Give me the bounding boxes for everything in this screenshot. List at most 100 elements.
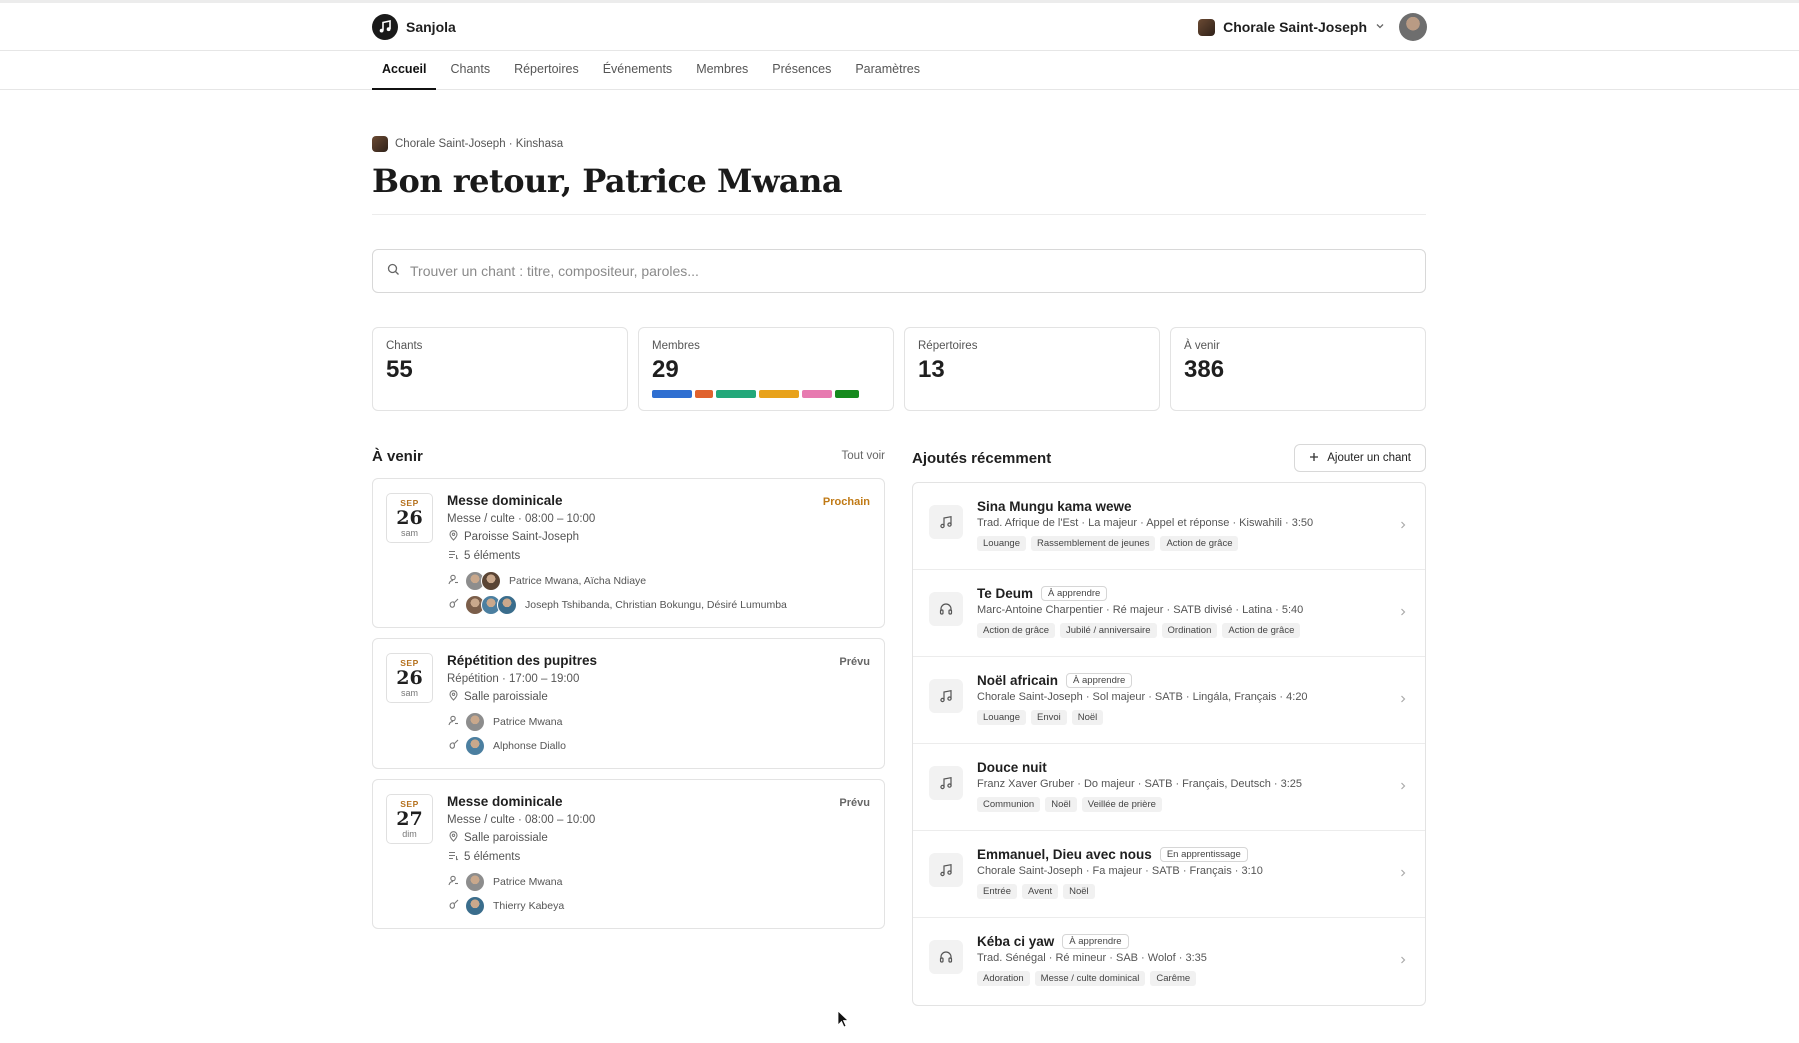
avatar	[465, 872, 485, 892]
tag[interactable]: Communion	[977, 797, 1041, 812]
song-title: Emmanuel, Dieu avec nous	[977, 847, 1152, 862]
avatar-group	[465, 736, 487, 756]
song-body: Emmanuel, Dieu avec nous En apprentissage…	[977, 847, 1263, 899]
page-title: Bon retour, Patrice Mwana	[372, 162, 843, 200]
tag[interactable]: Noël	[1071, 710, 1104, 725]
tab-parametres[interactable]: Paramètres	[845, 51, 930, 90]
event-card[interactable]: SEP 26 sam Messe dominicale Messe / culte · …	[372, 478, 885, 628]
stat-label: À venir	[1184, 340, 1220, 352]
leaders-names: Patrice Mwana	[493, 876, 563, 888]
tab-repertoires[interactable]: Répertoires	[504, 51, 589, 90]
event-type-time: Messe / culte · 08:00 – 10:00	[447, 513, 596, 525]
app-name: Sanjola	[406, 19, 456, 35]
tag[interactable]: Noël	[1045, 797, 1077, 812]
song-row[interactable]: Emmanuel, Dieu avec nous En apprentissage…	[913, 831, 1425, 918]
stat-card-chants[interactable]: Chants 55	[372, 327, 628, 411]
tag[interactable]: Rassemblement de jeunes	[1030, 536, 1156, 551]
tag[interactable]: Adoration	[977, 971, 1030, 986]
song-body: Kéba ci yaw À apprendre Trad. Sénégal · Ré…	[977, 934, 1207, 986]
tag[interactable]: Avent	[1022, 884, 1059, 899]
music-note-icon	[929, 679, 963, 713]
org-thumbnail	[1198, 18, 1216, 36]
chevron-right-icon	[1399, 778, 1407, 794]
song-title-row: Kéba ci yaw À apprendre	[977, 934, 1207, 949]
song-title: Sina Mungu kama wewe	[977, 499, 1132, 514]
tag[interactable]: Noël	[1063, 884, 1095, 899]
add-song-label: Ajouter un chant	[1327, 452, 1411, 464]
user-avatar[interactable]	[1399, 13, 1427, 41]
event-place-text: Salle paroissiale	[464, 691, 548, 703]
recent-songs-section: Ajoutés récemment Ajouter un chant Sina …	[912, 444, 1426, 1006]
stat-card-membres[interactable]: Membres 29	[638, 327, 894, 411]
playlist-icon	[447, 549, 459, 563]
event-type-time: Messe / culte · 08:00 – 10:00	[447, 814, 596, 826]
see-all-link[interactable]: Tout voir	[842, 450, 885, 462]
tag[interactable]: Carême	[1150, 971, 1197, 986]
song-title-row: Sina Mungu kama wewe	[977, 499, 1313, 514]
event-card[interactable]: SEP 27 dim Messe dominicale Messe / culte · …	[372, 779, 885, 929]
tag[interactable]: Entrée	[977, 884, 1017, 899]
search-input[interactable]	[410, 263, 1411, 279]
search-bar[interactable]	[372, 249, 1426, 293]
musicians-row: Thierry Kabeya	[447, 896, 870, 916]
stat-card-repertoires[interactable]: Répertoires 13	[904, 327, 1160, 411]
event-place: Paroisse Saint-Joseph	[447, 530, 870, 544]
tag[interactable]: Action de grâce	[1222, 623, 1301, 638]
song-body: Noël africain À apprendre Chorale Saint-Jo…	[977, 673, 1308, 725]
tag[interactable]: Louange	[977, 710, 1026, 725]
date-day: 27	[396, 808, 423, 830]
avatar	[465, 736, 485, 756]
tag[interactable]: Messe / culte dominical	[1034, 971, 1146, 986]
tag[interactable]: Jubilé / anniversaire	[1060, 623, 1157, 638]
tag[interactable]: Louange	[977, 536, 1026, 551]
event-card[interactable]: SEP 26 sam Répétition des pupitres Répétitio…	[372, 638, 885, 769]
tab-chants[interactable]: Chants	[440, 51, 500, 90]
tab-membres[interactable]: Membres	[686, 51, 758, 90]
date-badge: SEP 27 dim	[386, 794, 433, 844]
chevron-right-icon	[1399, 517, 1407, 533]
song-title: Te Deum	[977, 586, 1034, 601]
plus-icon	[1309, 452, 1319, 465]
avatar-group	[465, 896, 487, 916]
musicians-names: Thierry Kabeya	[493, 900, 565, 912]
stat-card-a-venir[interactable]: À venir 386	[1170, 327, 1426, 411]
tab-evenements[interactable]: Événements	[593, 51, 682, 90]
learning-status-badge: À apprendre	[1066, 673, 1133, 688]
stats-row: Chants 55 Membres 29 Répertoires 13 À ve…	[372, 327, 1426, 411]
song-row[interactable]: Sina Mungu kama wewe Trad. Afrique de l'E…	[913, 483, 1425, 570]
voice-segment	[716, 390, 756, 398]
voice-segment	[835, 390, 859, 398]
event-place: Salle paroissiale	[447, 690, 870, 704]
section-title: Ajoutés récemment	[912, 449, 1052, 467]
song-row[interactable]: Douce nuit Franz Xaver Gruber · Do majeur…	[913, 744, 1425, 831]
tag[interactable]: Envoi	[1030, 710, 1067, 725]
tag[interactable]: Veillée de prière	[1081, 797, 1162, 812]
app-header: Sanjola Chorale Saint-Joseph	[0, 3, 1799, 51]
person-icon	[447, 574, 459, 588]
chevron-right-icon	[1399, 691, 1407, 707]
breadcrumb-text: Chorale Saint-Joseph · Kinshasa	[395, 138, 564, 150]
song-row[interactable]: Te Deum À apprendre Marc-Antoine Charpenti…	[913, 570, 1425, 657]
song-body: Te Deum À apprendre Marc-Antoine Charpenti…	[977, 586, 1303, 638]
learning-status-badge: En apprentissage	[1159, 847, 1248, 862]
music-note-icon	[929, 505, 963, 539]
tag[interactable]: Action de grâce	[977, 623, 1056, 638]
main-nav: Accueil Chants Répertoires Événements Me…	[0, 51, 1799, 90]
song-title-row: Emmanuel, Dieu avec nous En apprentissage	[977, 847, 1263, 862]
song-tags: Louange Rassemblement de jeunes Action de …	[977, 536, 1313, 551]
song-list: Sina Mungu kama wewe Trad. Afrique de l'E…	[912, 482, 1426, 1006]
tag[interactable]: Ordination	[1161, 623, 1218, 638]
playlist-icon	[447, 850, 459, 864]
add-song-button[interactable]: Ajouter un chant	[1294, 444, 1426, 472]
tab-presences[interactable]: Présences	[762, 51, 841, 90]
song-row[interactable]: Kéba ci yaw À apprendre Trad. Sénégal · Ré…	[913, 918, 1425, 1005]
song-row[interactable]: Noël africain À apprendre Chorale Saint-Jo…	[913, 657, 1425, 744]
tag[interactable]: Action de grâce	[1160, 536, 1239, 551]
org-switcher[interactable]: Chorale Saint-Joseph	[1198, 18, 1385, 36]
song-title-row: Te Deum À apprendre	[977, 586, 1303, 601]
learning-status-badge: À apprendre	[1041, 586, 1108, 601]
tab-accueil[interactable]: Accueil	[372, 51, 437, 90]
event-items-text: 5 éléments	[464, 550, 521, 562]
musicians-row: Joseph Tshibanda, Christian Bokungu, Dés…	[447, 595, 870, 615]
brand[interactable]: Sanjola	[372, 14, 456, 40]
